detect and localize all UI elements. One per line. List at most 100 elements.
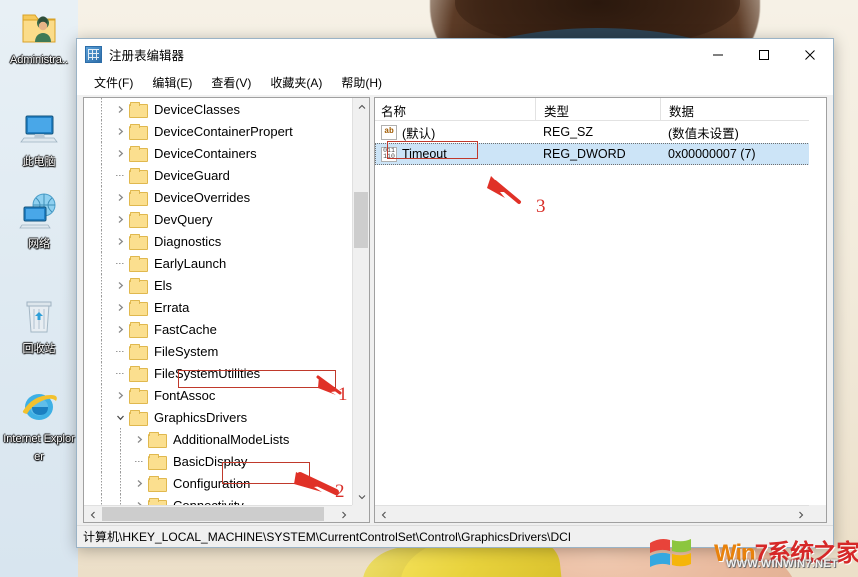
tree-node-label: Connectivity	[170, 498, 247, 506]
window-content: DeviceClasses DeviceContainerPropert Devic…	[77, 95, 833, 525]
chevron-right-icon[interactable]	[113, 105, 128, 114]
desktop: Administra.. 此电脑 网络	[0, 0, 858, 577]
chevron-right-icon[interactable]	[113, 391, 128, 400]
chevron-right-icon[interactable]	[113, 325, 128, 334]
tree-scroll-thumb[interactable]	[354, 192, 368, 248]
chevron-right-icon[interactable]	[132, 479, 147, 488]
folder-icon	[129, 234, 146, 248]
maximize-button[interactable]	[741, 39, 787, 70]
tree-scroll-up-button[interactable]	[353, 98, 370, 115]
tree-node[interactable]: EarlyLaunch	[84, 252, 352, 274]
tree-horizontal-scrollbar[interactable]	[84, 505, 352, 522]
menu-help[interactable]: 帮助(H)	[332, 71, 391, 94]
chevron-right-icon[interactable]	[132, 435, 147, 444]
tree-guide-line	[120, 450, 121, 472]
tree-node[interactable]: DeviceGuard	[84, 164, 352, 186]
tree-node[interactable]: BasicDisplay	[84, 450, 352, 472]
title-bar[interactable]: 注册表编辑器	[77, 39, 833, 70]
tree-node[interactable]: FontAssoc	[84, 384, 352, 406]
column-header-type[interactable]: 类型	[535, 98, 660, 120]
desktop-icon-user-folder[interactable]: Administra..	[2, 6, 76, 68]
values-horizontal-scrollbar[interactable]	[375, 505, 809, 522]
tree-node-label: FastCache	[151, 322, 220, 337]
tree-node[interactable]: FastCache	[84, 318, 352, 340]
tree-vertical-scrollbar[interactable]	[352, 98, 369, 505]
tree-node[interactable]: Configuration	[84, 472, 352, 494]
tree-guide-line	[120, 472, 121, 494]
tree-guide-line	[101, 472, 102, 494]
chevron-right-icon[interactable]	[113, 127, 128, 136]
values-list[interactable]: ab(默认)REG_SZ(数值未设置)011110TimeoutREG_DWOR…	[375, 121, 826, 165]
tree-node-label: DeviceGuard	[151, 168, 233, 183]
chevron-down-icon[interactable]	[113, 413, 128, 422]
value-row[interactable]: ab(默认)REG_SZ(数值未设置)	[375, 121, 826, 143]
tree-node[interactable]: DeviceOverrides	[84, 186, 352, 208]
chevron-right-icon[interactable]	[113, 149, 128, 158]
chevron-right-icon[interactable]	[113, 237, 128, 246]
minimize-button[interactable]	[695, 39, 741, 70]
desktop-icon-this-pc[interactable]: 此电脑	[2, 108, 76, 170]
menu-view[interactable]: 查看(V)	[202, 71, 260, 94]
tree-node[interactable]: Connectivity	[84, 494, 352, 505]
column-header-name[interactable]: 名称	[375, 98, 535, 120]
tree-node[interactable]: Diagnostics	[84, 230, 352, 252]
folder-icon	[129, 190, 146, 204]
tree-guide-line	[101, 340, 102, 362]
tree-hscroll-thumb[interactable]	[102, 507, 324, 521]
values-scroll-right-button[interactable]	[792, 506, 809, 523]
folder-icon	[129, 410, 146, 424]
desktop-icon-network[interactable]: 网络	[2, 190, 76, 252]
chevron-right-icon[interactable]	[113, 193, 128, 202]
folder-icon	[129, 146, 146, 160]
tree-node[interactable]: Errata	[84, 296, 352, 318]
folder-icon	[129, 278, 146, 292]
values-scroll-corner	[809, 505, 826, 522]
registry-editor-icon	[85, 46, 102, 63]
desktop-icon-internet-explorer[interactable]: Internet Explorer	[2, 385, 76, 465]
user-folder-icon	[2, 6, 76, 48]
menu-file[interactable]: 文件(F)	[85, 71, 142, 94]
tree-node[interactable]: Els	[84, 274, 352, 296]
tree-node[interactable]: FileSystemUtilities	[84, 362, 352, 384]
column-header-data[interactable]: 数据	[660, 98, 826, 120]
tree-scroll-down-button[interactable]	[353, 488, 370, 505]
tree-guide-line	[101, 142, 102, 164]
tree-node[interactable]: FileSystem	[84, 340, 352, 362]
tree-node[interactable]: DeviceClasses	[84, 98, 352, 120]
tree-guide-line	[101, 208, 102, 230]
tree-guide-line	[101, 164, 102, 186]
values-scroll-left-button[interactable]	[375, 506, 392, 523]
tree-guide-line	[101, 450, 102, 472]
tree-node[interactable]: GraphicsDrivers	[84, 406, 352, 428]
value-row[interactable]: 011110TimeoutREG_DWORD0x00000007 (7)	[375, 143, 826, 165]
folder-icon	[148, 432, 165, 446]
tree-guide-line	[101, 186, 102, 208]
chevron-right-icon[interactable]	[113, 303, 128, 312]
tree-scroll-right-button[interactable]	[335, 506, 352, 523]
tree-guide-line	[101, 252, 102, 274]
tree-guide-line	[101, 406, 102, 428]
folder-icon	[129, 102, 146, 116]
tree-node[interactable]: DeviceContainers	[84, 142, 352, 164]
registry-tree[interactable]: DeviceClasses DeviceContainerPropert Devic…	[84, 98, 352, 505]
folder-icon	[129, 322, 146, 336]
tree-node-label: DeviceContainerPropert	[151, 124, 296, 139]
wallpaper-left-strip	[0, 0, 78, 577]
tree-scroll-left-button[interactable]	[84, 506, 101, 523]
desktop-icon-recycle-bin[interactable]: 回收站	[2, 295, 76, 357]
tree-node-label: FileSystemUtilities	[151, 366, 263, 381]
menu-favorites[interactable]: 收藏夹(A)	[261, 71, 331, 94]
chevron-right-icon[interactable]	[113, 281, 128, 290]
tree-node[interactable]: AdditionalModeLists	[84, 428, 352, 450]
value-type: REG_SZ	[535, 125, 660, 139]
tree-node[interactable]: DeviceContainerPropert	[84, 120, 352, 142]
tree-guide-line	[101, 494, 102, 505]
tree-guide-line	[120, 494, 121, 505]
registry-editor-window: 注册表编辑器 文件(F) 编辑(E) 查看(V) 收藏夹(A) 帮助(H)	[76, 38, 834, 548]
tree-node[interactable]: DevQuery	[84, 208, 352, 230]
window-controls	[695, 39, 833, 70]
desktop-icon-label: 网络	[28, 238, 50, 250]
chevron-right-icon[interactable]	[113, 215, 128, 224]
menu-edit[interactable]: 编辑(E)	[143, 71, 201, 94]
close-button[interactable]	[787, 39, 833, 70]
